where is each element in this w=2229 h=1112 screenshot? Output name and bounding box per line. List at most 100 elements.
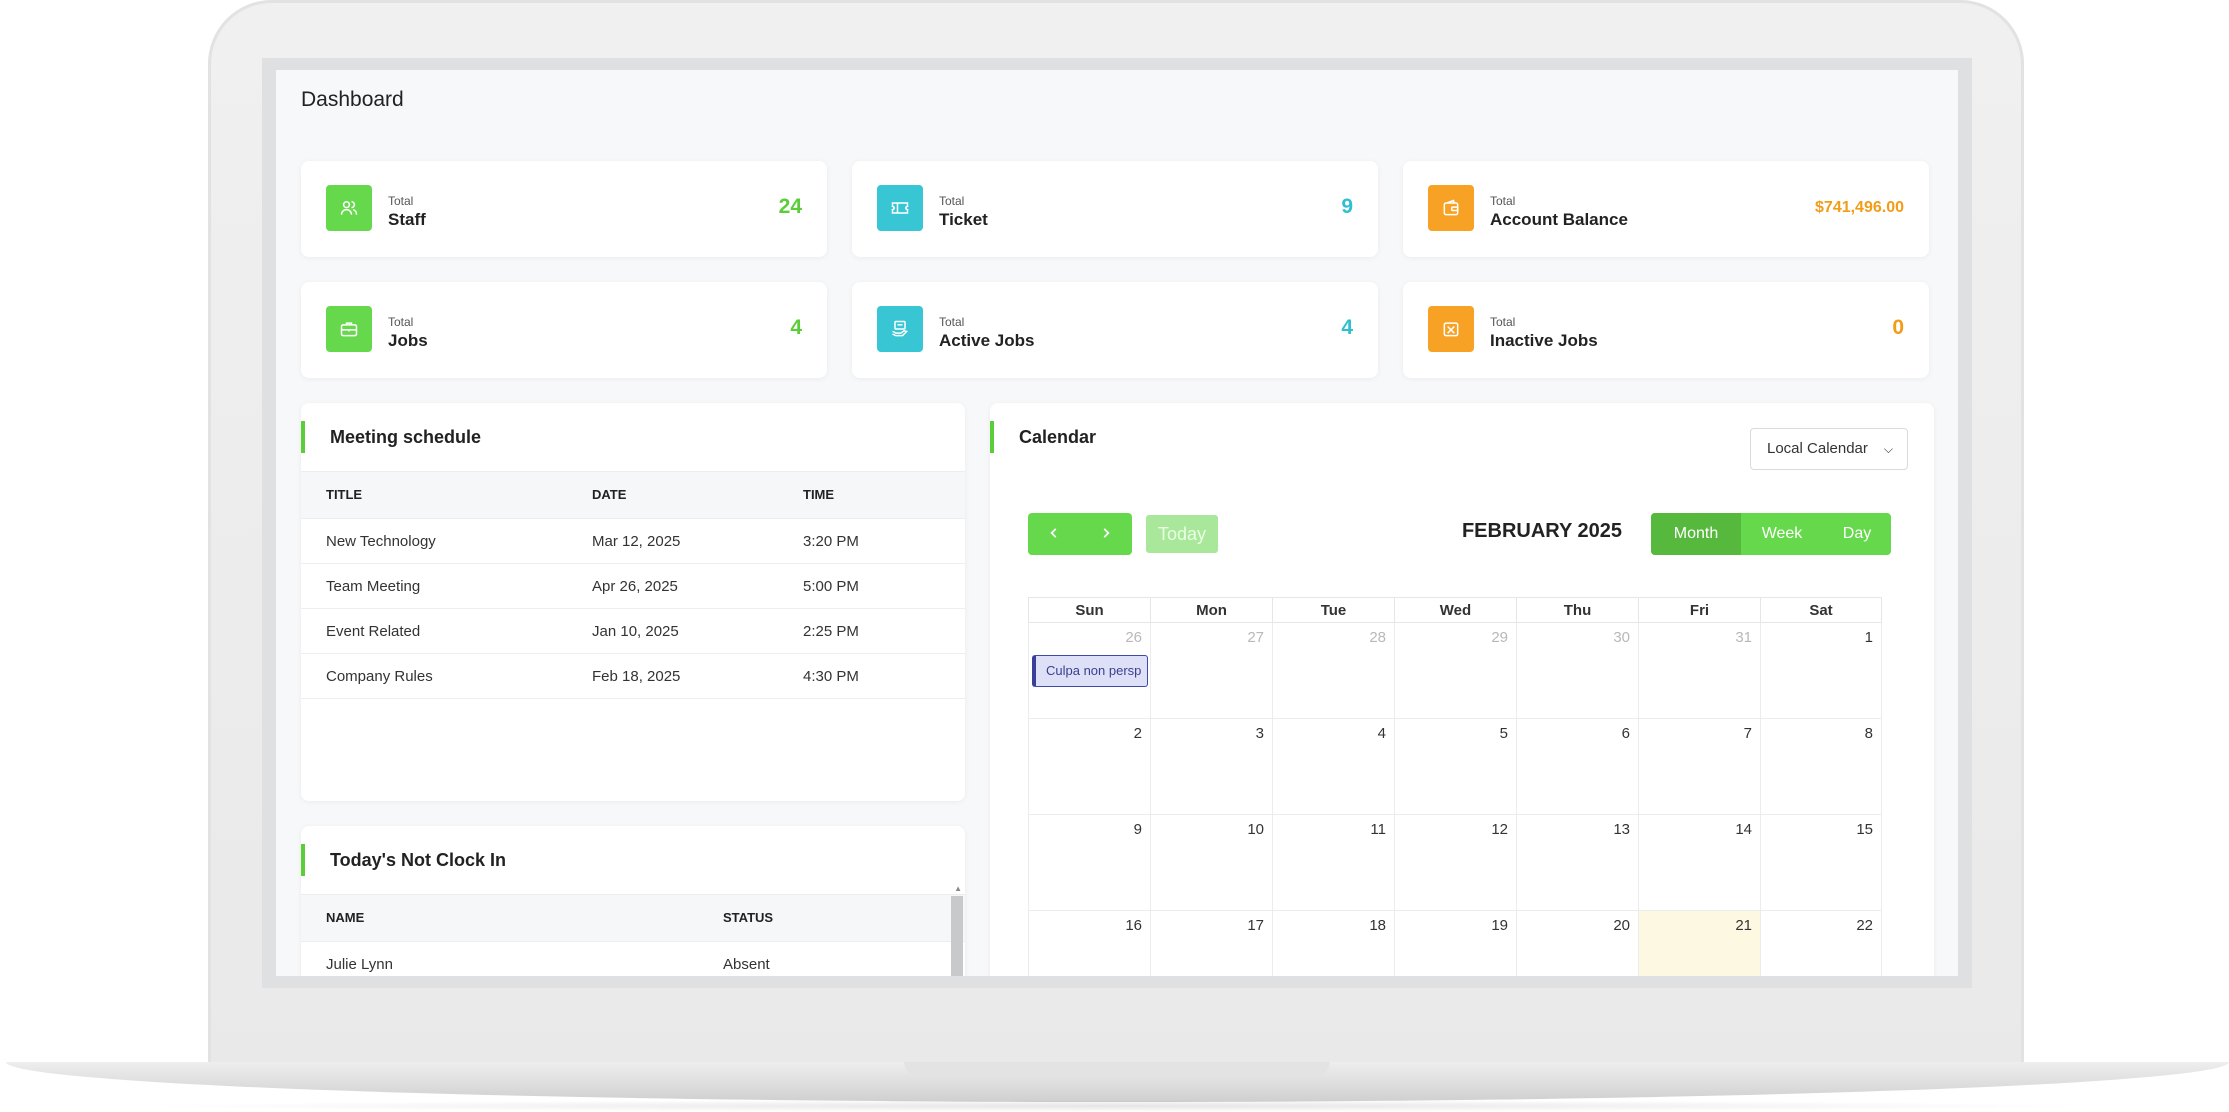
laptop-shadow [120, 1100, 2110, 1112]
stat-label: Jobs [388, 331, 428, 350]
calendar-day-cell[interactable]: 13 [1516, 815, 1638, 911]
view-month-button[interactable]: Month [1651, 513, 1741, 555]
panel-title: Calendar [990, 421, 1096, 453]
calendar-day-cell[interactable]: 3 [1150, 719, 1272, 815]
calendar-day-cell[interactable]: 21 [1638, 911, 1760, 976]
stat-label: Inactive Jobs [1490, 331, 1598, 350]
calendar-day-cell[interactable]: 16 [1028, 911, 1150, 976]
calendar-source-select[interactable]: Local Calendar ⌵ [1750, 428, 1908, 470]
ticket-icon [877, 185, 923, 231]
calendar-day-cell[interactable]: 18 [1272, 911, 1394, 976]
stat-label: Staff [388, 210, 426, 229]
calendar-source-value: Local Calendar [1767, 440, 1868, 457]
weekday-header: Wed [1394, 597, 1516, 623]
active-jobs-icon [877, 306, 923, 352]
weekday-header: Tue [1272, 597, 1394, 623]
calendar-event[interactable]: Culpa non persp [1032, 655, 1148, 687]
table-row[interactable]: Julie Lynn Absent [301, 942, 965, 976]
page-title: Dashboard [301, 88, 404, 111]
calendar-day-cell[interactable]: 5 [1394, 719, 1516, 815]
users-icon [326, 185, 372, 231]
stat-card-staff[interactable]: Total Staff 24 [301, 161, 827, 257]
stat-card-account-balance[interactable]: Total Account Balance $741,496.00 [1403, 161, 1929, 257]
table-row[interactable]: Team Meeting Apr 26, 2025 5:00 PM [301, 564, 965, 609]
day-number: 13 [1613, 821, 1630, 838]
meeting-time: 3:20 PM [803, 533, 859, 550]
calendar-day-cell[interactable]: 2 [1028, 719, 1150, 815]
today-button[interactable]: Today [1146, 515, 1218, 553]
inactive-jobs-icon [1428, 306, 1474, 352]
day-number: 29 [1491, 629, 1508, 646]
stat-value: 24 [778, 195, 802, 218]
calendar-day-cell[interactable]: 14 [1638, 815, 1760, 911]
table-row[interactable]: New Technology Mar 12, 2025 3:20 PM [301, 519, 965, 564]
calendar-day-cell[interactable]: 1 [1760, 623, 1882, 719]
stat-small-label: Total [388, 315, 414, 329]
stat-value: 4 [1341, 316, 1353, 339]
calendar-day-cell[interactable]: 29 [1394, 623, 1516, 719]
meeting-date: Mar 12, 2025 [592, 533, 681, 550]
day-number: 3 [1255, 725, 1264, 742]
view-day-button[interactable]: Day [1823, 513, 1891, 555]
day-number: 2 [1133, 725, 1142, 742]
day-number: 10 [1247, 821, 1264, 838]
meeting-title: New Technology [326, 533, 436, 550]
calendar-day-cell[interactable]: 22 [1760, 911, 1882, 976]
stat-card-active-jobs[interactable]: Total Active Jobs 4 [852, 282, 1378, 378]
stat-value: 9 [1341, 195, 1353, 218]
calendar-day-cell[interactable]: 15 [1760, 815, 1882, 911]
day-number: 26 [1125, 629, 1142, 646]
stat-small-label: Total [939, 315, 965, 329]
day-number: 7 [1743, 725, 1752, 742]
stage: Dashboard Total Staff 24 Total Ticket 9 … [0, 0, 2229, 1112]
table-row[interactable]: Company Rules Feb 18, 2025 4:30 PM [301, 654, 965, 699]
view-week-button[interactable]: Week [1741, 513, 1823, 555]
column-header-date: DATE [592, 487, 627, 502]
prev-month-button[interactable] [1028, 513, 1080, 555]
day-number: 17 [1247, 917, 1264, 934]
chevron-left-icon [1050, 527, 1057, 538]
calendar-nav-group [1028, 513, 1132, 555]
calendar-view-switcher: Month Week Day [1651, 513, 1891, 555]
meeting-date: Jan 10, 2025 [592, 623, 679, 640]
table-row[interactable]: Event Related Jan 10, 2025 2:25 PM [301, 609, 965, 654]
calendar-day-cell[interactable]: 20 [1516, 911, 1638, 976]
calendar-day-cell[interactable]: 17 [1150, 911, 1272, 976]
day-number: 19 [1491, 917, 1508, 934]
calendar-day-cell[interactable]: 12 [1394, 815, 1516, 911]
day-number: 16 [1125, 917, 1142, 934]
calendar-day-cell[interactable]: 9 [1028, 815, 1150, 911]
calendar-day-cell[interactable]: 10 [1150, 815, 1272, 911]
scrollbar-thumb[interactable] [951, 896, 963, 976]
stat-card-inactive-jobs[interactable]: Total Inactive Jobs 0 [1403, 282, 1929, 378]
laptop-base-notch [904, 1062, 1330, 1076]
calendar-day-cell[interactable]: 8 [1760, 719, 1882, 815]
meeting-time: 2:25 PM [803, 623, 859, 640]
weekday-header: Thu [1516, 597, 1638, 623]
stat-card-jobs[interactable]: Total Jobs 4 [301, 282, 827, 378]
calendar-day-cell[interactable]: 31 [1638, 623, 1760, 719]
calendar-day-cell[interactable]: 26 Culpa non persp [1028, 623, 1150, 719]
next-month-button[interactable] [1080, 513, 1132, 555]
calendar-day-cell[interactable]: 28 [1272, 623, 1394, 719]
stat-label: Active Jobs [939, 331, 1035, 350]
day-number: 21 [1735, 917, 1752, 934]
calendar-day-cell[interactable]: 7 [1638, 719, 1760, 815]
calendar-day-cell[interactable]: 4 [1272, 719, 1394, 815]
calendar-day-cell[interactable]: 6 [1516, 719, 1638, 815]
stat-value: 0 [1892, 316, 1904, 339]
calendar-day-cell[interactable]: 30 [1516, 623, 1638, 719]
calendar-day-cell[interactable]: 27 [1150, 623, 1272, 719]
day-number: 18 [1369, 917, 1386, 934]
weekday-header: Sun [1028, 597, 1150, 623]
scroll-up-arrow-icon[interactable]: ▲ [954, 884, 962, 893]
day-number: 27 [1247, 629, 1264, 646]
weekday-header: Sat [1760, 597, 1882, 623]
calendar-day-cell[interactable]: 11 [1272, 815, 1394, 911]
calendar-day-cell[interactable]: 19 [1394, 911, 1516, 976]
stat-small-label: Total [1490, 315, 1516, 329]
day-number: 20 [1613, 917, 1630, 934]
stat-value: $741,496.00 [1815, 199, 1904, 216]
stat-card-ticket[interactable]: Total Ticket 9 [852, 161, 1378, 257]
calendar-panel: Calendar Local Calendar ⌵ Today FEBRUARY… [990, 403, 1934, 976]
